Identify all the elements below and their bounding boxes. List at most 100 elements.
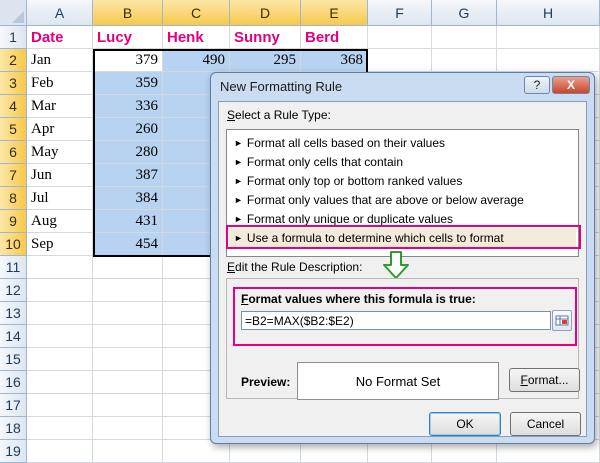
cell-a18[interactable] xyxy=(27,417,93,440)
rule-type-label: Format only values that are above or bel… xyxy=(246,192,524,207)
column-header-g[interactable]: G xyxy=(432,0,497,26)
row-header-3[interactable]: 3 xyxy=(0,72,27,95)
cell-c1[interactable]: Henk xyxy=(163,26,230,49)
cell-a12[interactable] xyxy=(27,279,93,302)
cell-b2[interactable]: 379 xyxy=(93,49,163,72)
cell-b13[interactable] xyxy=(93,302,163,325)
row-header-17[interactable]: 17 xyxy=(0,394,27,417)
rule-type-list[interactable]: ► Format all cells based on their values ►… xyxy=(226,129,579,257)
cell-b19[interactable] xyxy=(93,440,163,463)
row-header-2[interactable]: 2 xyxy=(0,49,27,72)
cell-d2[interactable]: 295 xyxy=(230,49,301,72)
cell-a4[interactable]: Mar xyxy=(27,95,93,118)
format-button-rest: ormat... xyxy=(527,373,569,387)
cell-a11[interactable] xyxy=(27,256,93,279)
cell-a16[interactable] xyxy=(27,371,93,394)
cell-a17[interactable] xyxy=(27,394,93,417)
cell-b11[interactable] xyxy=(93,256,163,279)
row-header-6[interactable]: 6 xyxy=(0,141,27,164)
rule-marker-icon: ► xyxy=(234,156,243,167)
cell-a7[interactable]: Jun xyxy=(27,164,93,187)
cell-d1[interactable]: Sunny xyxy=(230,26,301,49)
cell-g1[interactable] xyxy=(432,26,497,49)
row-header-7[interactable]: 7 xyxy=(0,164,27,187)
dialog-body: Select a Rule Type: ► Format all cells ba… xyxy=(218,101,587,437)
cell-g2[interactable] xyxy=(432,49,497,72)
cell-b17[interactable] xyxy=(93,394,163,417)
cancel-button[interactable]: Cancel xyxy=(510,412,581,436)
cell-b8[interactable]: 384 xyxy=(93,187,163,210)
cell-c2[interactable]: 490 xyxy=(163,49,230,72)
cell-a5[interactable]: Apr xyxy=(27,118,93,141)
row-header-8[interactable]: 8 xyxy=(0,187,27,210)
cell-h1[interactable] xyxy=(497,26,600,49)
column-header-c[interactable]: C xyxy=(163,0,230,26)
close-button[interactable]: X xyxy=(552,76,590,94)
cell-b9[interactable]: 431 xyxy=(93,210,163,233)
dialog-titlebar[interactable]: New Formatting Rule ? X xyxy=(211,73,594,99)
row-header-4[interactable]: 4 xyxy=(0,95,27,118)
cell-f1[interactable] xyxy=(368,26,432,49)
column-header-b[interactable]: B xyxy=(93,0,163,26)
cell-a15[interactable] xyxy=(27,348,93,371)
cell-f2[interactable] xyxy=(368,49,432,72)
rule-type-item[interactable]: ► Format all cells based on their values xyxy=(229,133,576,152)
cell-b16[interactable] xyxy=(93,371,163,394)
down-arrow-icon xyxy=(383,251,409,279)
collapse-dialog-button[interactable] xyxy=(552,310,572,331)
cell-b14[interactable] xyxy=(93,325,163,348)
row-header-1[interactable]: 1 xyxy=(0,26,27,49)
cell-a3[interactable]: Feb xyxy=(27,72,93,95)
column-header-d[interactable]: D xyxy=(230,0,301,26)
cell-a8[interactable]: Jul xyxy=(27,187,93,210)
select-all-corner[interactable] xyxy=(0,0,27,26)
cell-e1[interactable]: Berd xyxy=(301,26,368,49)
row-header-10[interactable]: 10 xyxy=(0,233,27,256)
rule-type-item[interactable]: ► Use a formula to determine which cells … xyxy=(229,228,576,247)
cell-b3[interactable]: 359 xyxy=(93,72,163,95)
cell-b4[interactable]: 336 xyxy=(93,95,163,118)
cell-a14[interactable] xyxy=(27,325,93,348)
row-header-14[interactable]: 14 xyxy=(0,325,27,348)
cell-h2[interactable] xyxy=(497,49,600,72)
cell-b15[interactable] xyxy=(93,348,163,371)
cell-a6[interactable]: May xyxy=(27,141,93,164)
row-header-13[interactable]: 13 xyxy=(0,302,27,325)
cell-b1[interactable]: Lucy xyxy=(93,26,163,49)
row-header-11[interactable]: 11 xyxy=(0,256,27,279)
column-header-f[interactable]: F xyxy=(368,0,432,26)
formula-input[interactable] xyxy=(241,311,551,330)
cell-b6[interactable]: 280 xyxy=(93,141,163,164)
cell-b5[interactable]: 260 xyxy=(93,118,163,141)
cell-a1[interactable]: Date xyxy=(27,26,93,49)
cell-b7[interactable]: 387 xyxy=(93,164,163,187)
cell-e2[interactable]: 368 xyxy=(301,49,368,72)
row-header-9[interactable]: 9 xyxy=(0,210,27,233)
row-header-12[interactable]: 12 xyxy=(0,279,27,302)
column-header-h[interactable]: H xyxy=(497,0,600,26)
help-button[interactable]: ? xyxy=(524,76,550,94)
cell-a19[interactable] xyxy=(27,440,93,463)
row-header-5[interactable]: 5 xyxy=(0,118,27,141)
rule-type-item[interactable]: ► Format only unique or duplicate values xyxy=(229,209,576,228)
rule-type-item[interactable]: ► Format only cells that contain xyxy=(229,152,576,171)
row-header-19[interactable]: 19 xyxy=(0,440,27,463)
cell-a2[interactable]: Jan xyxy=(27,49,93,72)
cell-b12[interactable] xyxy=(93,279,163,302)
column-header-a[interactable]: A xyxy=(27,0,93,26)
select-rule-type-hotkey: S xyxy=(227,108,236,122)
cell-a13[interactable] xyxy=(27,302,93,325)
ok-button[interactable]: OK xyxy=(429,412,501,436)
row-header-16[interactable]: 16 xyxy=(0,371,27,394)
row-header-15[interactable]: 15 xyxy=(0,348,27,371)
column-header-e[interactable]: E xyxy=(301,0,368,26)
rule-type-item[interactable]: ► Format only top or bottom ranked values xyxy=(229,171,576,190)
cell-b10[interactable]: 454 xyxy=(93,233,163,256)
cell-a10[interactable]: Sep xyxy=(27,233,93,256)
rule-type-item[interactable]: ► Format only values that are above or be… xyxy=(229,190,576,209)
cell-b18[interactable] xyxy=(93,417,163,440)
rule-type-label: Use a formula to determine which cells t… xyxy=(246,230,504,245)
row-header-18[interactable]: 18 xyxy=(0,417,27,440)
format-button[interactable]: Format... xyxy=(509,368,580,392)
cell-a9[interactable]: Aug xyxy=(27,210,93,233)
